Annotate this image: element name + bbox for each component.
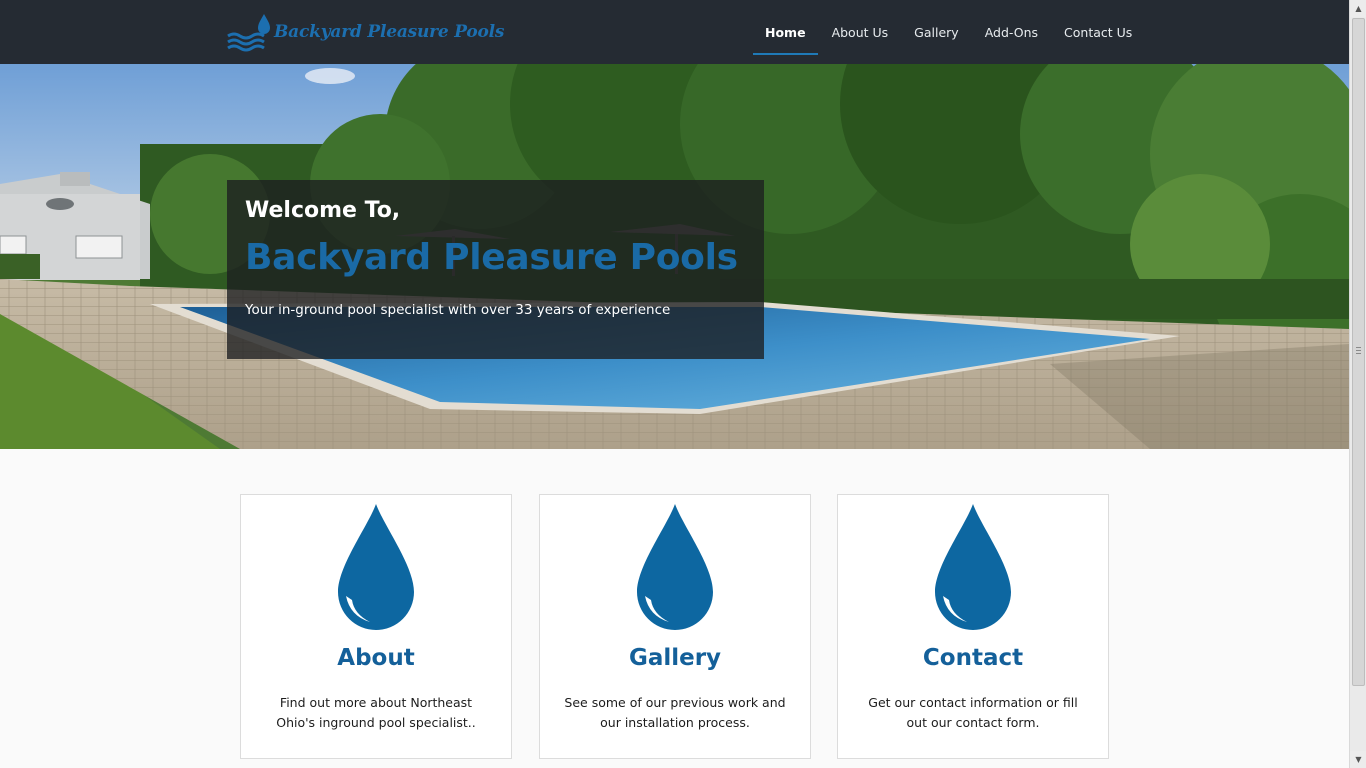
scroll-up-arrow-icon[interactable]: ▲ xyxy=(1350,0,1366,17)
card-about-title: About xyxy=(337,645,415,671)
card-gallery[interactable]: Gallery See some of our previous work an… xyxy=(539,494,811,759)
hero-banner: Welcome To, Backyard Pleasure Pools Your… xyxy=(0,64,1349,449)
water-drop-icon xyxy=(338,504,414,630)
nav-home[interactable]: Home xyxy=(752,0,819,64)
page: Backyard Pleasure Pools Home About Us Ga… xyxy=(0,0,1349,768)
card-gallery-text: See some of our previous work and our in… xyxy=(564,695,786,730)
scroll-down-arrow-icon[interactable]: ▼ xyxy=(1350,751,1366,768)
main-nav: Home About Us Gallery Add-Ons Contact Us xyxy=(752,0,1145,64)
card-contact-text: Get our contact information or fill out … xyxy=(868,695,1078,730)
nav-gallery[interactable]: Gallery xyxy=(901,0,972,64)
logo-text: Backyard Pleasure Pools xyxy=(274,22,505,42)
site-header: Backyard Pleasure Pools Home About Us Ga… xyxy=(0,0,1349,64)
water-drop-icon xyxy=(935,504,1011,630)
card-about-text: Find out more about Northeast Ohio's ing… xyxy=(276,695,476,730)
hero-welcome-panel: Welcome To, Backyard Pleasure Pools Your… xyxy=(227,180,764,359)
card-about[interactable]: About Find out more about Northeast Ohio… xyxy=(240,494,512,759)
nav-contact-us[interactable]: Contact Us xyxy=(1051,0,1145,64)
card-contact-title: Contact xyxy=(922,645,1024,671)
hero-brand-title: Backyard Pleasure Pools xyxy=(245,237,738,278)
hero-welcome-text: Welcome To, xyxy=(245,198,401,223)
nav-add-ons[interactable]: Add-Ons xyxy=(972,0,1051,64)
grip-line xyxy=(1356,350,1361,351)
grip-line xyxy=(1356,347,1361,348)
logo-waves-icon xyxy=(227,14,270,52)
water-drop-icon xyxy=(637,504,713,630)
hero-tagline: Your in-ground pool specialist with over… xyxy=(245,302,671,318)
nav-about-us[interactable]: About Us xyxy=(819,0,902,64)
scroll-thumb[interactable] xyxy=(1352,18,1365,686)
vertical-scrollbar[interactable]: ▲ ▼ xyxy=(1349,0,1366,768)
site-logo[interactable]: Backyard Pleasure Pools xyxy=(226,12,504,52)
card-contact[interactable]: Contact Get our contact information or f… xyxy=(837,494,1109,759)
grip-line xyxy=(1356,353,1361,354)
card-gallery-title: Gallery xyxy=(628,645,722,671)
